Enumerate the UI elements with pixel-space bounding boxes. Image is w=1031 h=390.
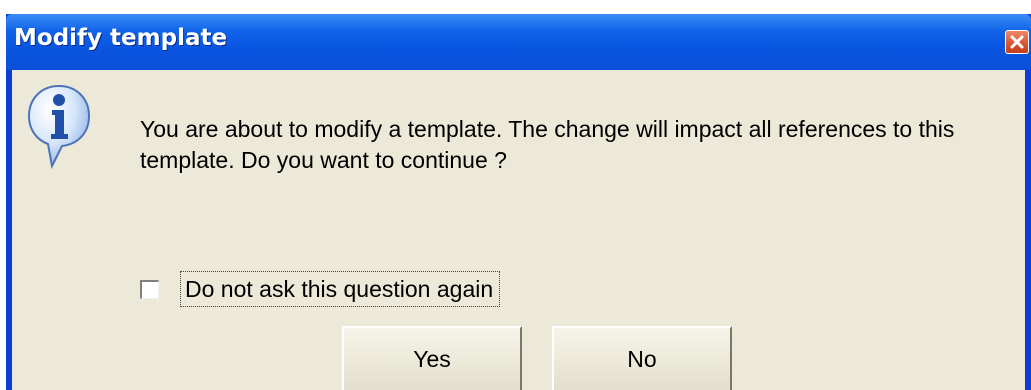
dont-ask-again-label[interactable]: Do not ask this question again [180,271,501,307]
yes-button[interactable]: Yes [342,326,522,390]
dont-ask-again-checkbox[interactable] [140,280,159,299]
title-bar[interactable]: Modify template [6,14,1031,70]
message-text: You are about to modify a template. The … [140,116,955,173]
info-icon [27,84,91,170]
no-button[interactable]: No [552,326,732,390]
close-button[interactable] [1005,30,1029,54]
close-icon [1010,35,1024,49]
window-title: Modify template [14,25,228,51]
modify-template-dialog: Modify template You are about to modify … [6,14,1031,390]
